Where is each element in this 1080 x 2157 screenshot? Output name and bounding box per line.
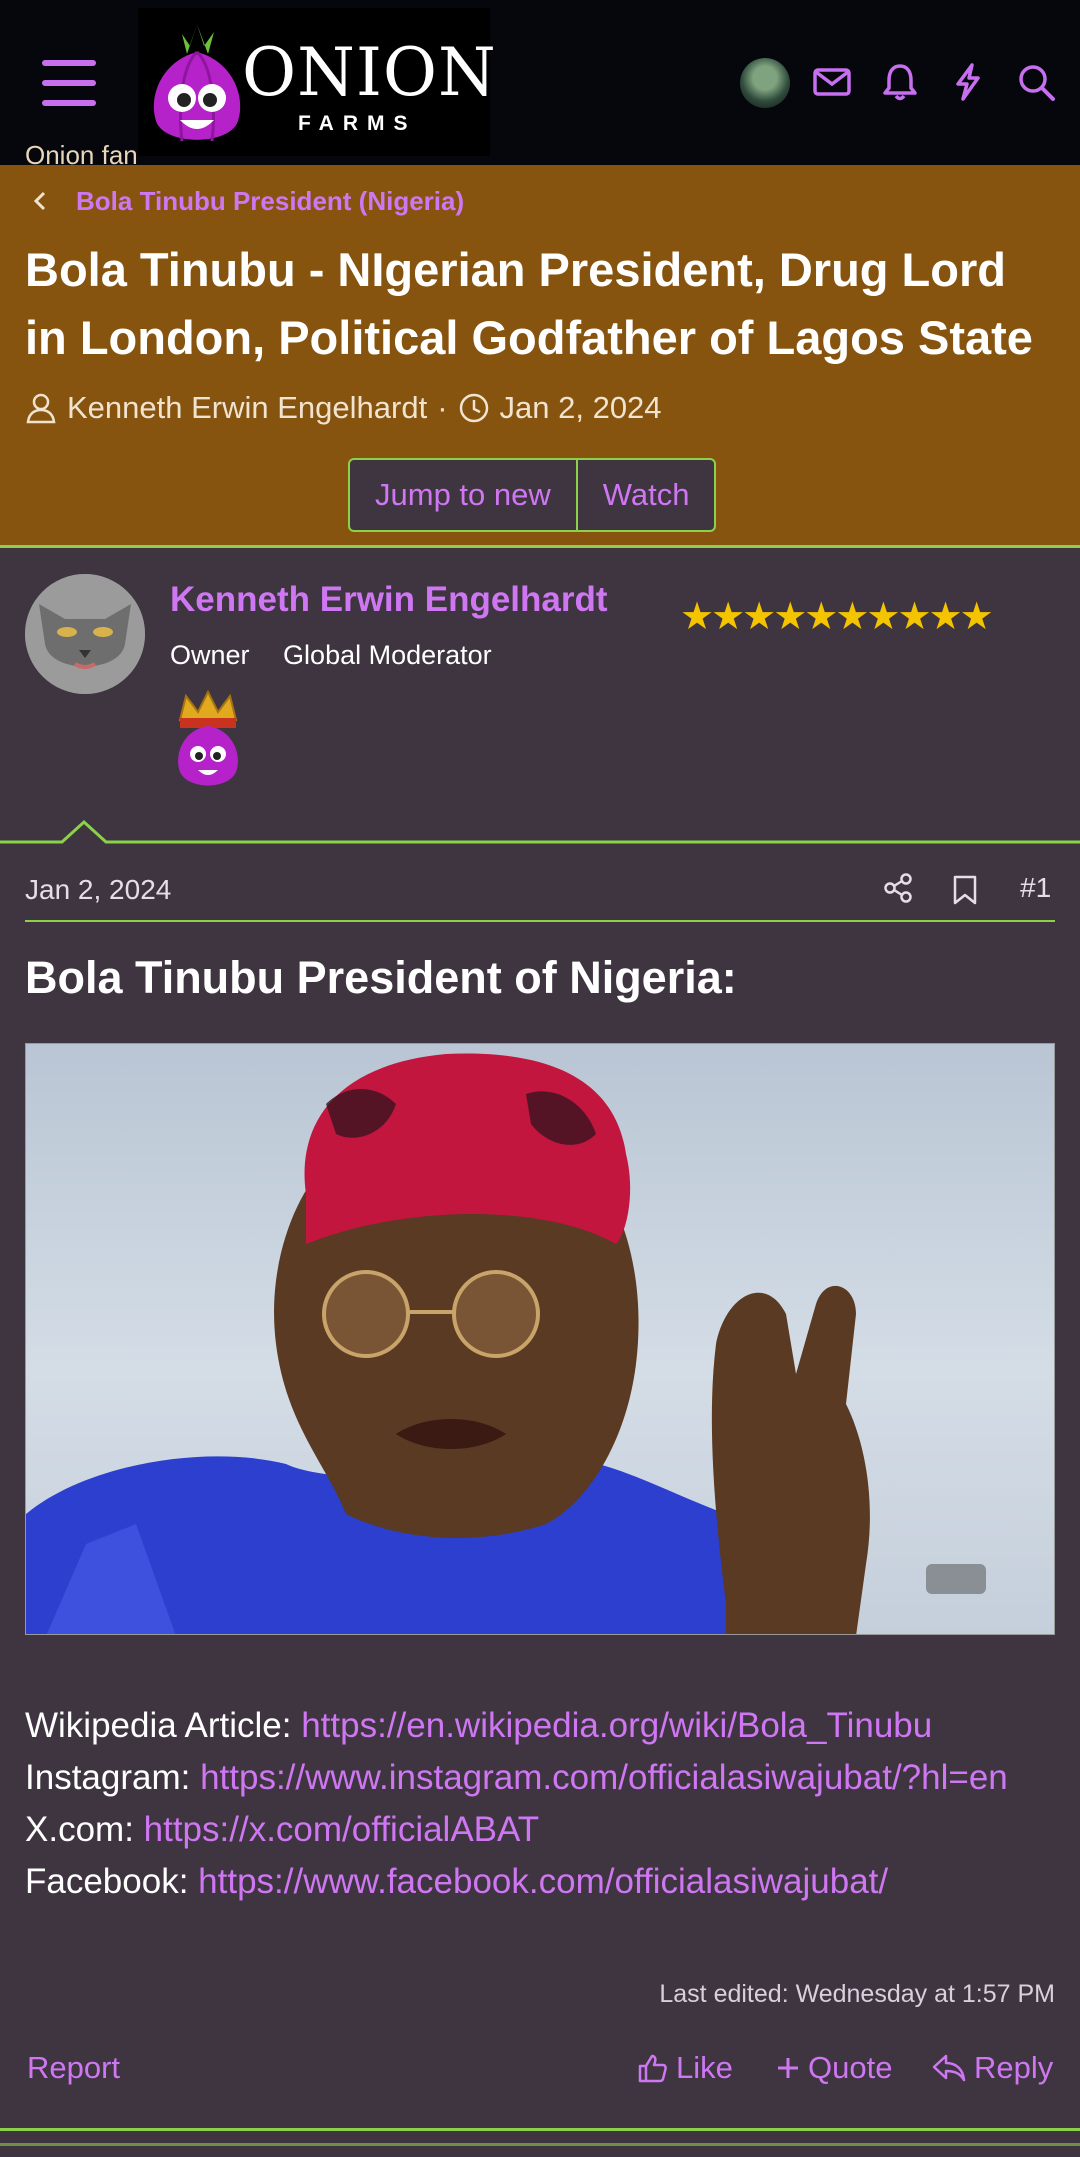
portrait-photo [26, 1053, 986, 1634]
link-label: Instagram: [25, 1758, 201, 1797]
quote-label: Quote [808, 2050, 893, 2085]
instagram-link[interactable]: https://www.instagram.com/officialasiwaj… [200, 1758, 1008, 1797]
thread-author[interactable]: Kenneth Erwin Engelhardt [67, 390, 427, 426]
breadcrumb[interactable]: Bola Tinubu President (Nigeria) [76, 186, 464, 217]
plus-icon [778, 2058, 798, 2078]
link-row-x: X.com: https://x.com/officialABAT [25, 1804, 1055, 1856]
bell-icon[interactable] [880, 62, 920, 102]
role-owner: Owner [170, 640, 250, 670]
quote-button[interactable]: Quote [776, 2050, 892, 2086]
post-links: Wikipedia Article: https://en.wikipedia.… [25, 1700, 1055, 1908]
link-label: Wikipedia Article: [25, 1706, 302, 1745]
cat-avatar-icon [25, 574, 145, 694]
menu-icon[interactable] [42, 60, 96, 108]
share-icon[interactable] [882, 872, 914, 904]
thread-title: Bola Tinubu - NIgerian President, Drug L… [25, 243, 1033, 364]
next-post-divider [0, 2143, 1080, 2146]
reply-label: Reply [974, 2050, 1054, 2085]
thread-actions: Jump to new Watch [348, 458, 717, 532]
site-logo[interactable]: ONION FARMS [138, 8, 496, 156]
user-rating-stars: ★★★★★★★★★★ [680, 596, 994, 638]
user-roles: Owner Global Moderator [170, 640, 492, 671]
thread-meta: Kenneth Erwin Engelhardt · Jan 2, 2024 [25, 390, 662, 426]
post-divider [0, 819, 1080, 844]
post-meta-divider [25, 920, 1055, 922]
post-number[interactable]: #1 [1020, 872, 1051, 904]
post-date[interactable]: Jan 2, 2024 [25, 874, 171, 906]
last-edited: Last edited: Wednesday at 1:57 PM [659, 1980, 1055, 2008]
link-label: X.com: [25, 1810, 144, 1849]
avatar[interactable] [25, 574, 145, 694]
watch-button[interactable]: Watch [575, 460, 715, 530]
clock-icon [459, 393, 488, 423]
post-heading: Bola Tinubu President of Nigeria: [25, 952, 737, 1003]
onion-mascot-icon [153, 24, 241, 142]
role-moderator: Global Moderator [283, 640, 492, 670]
reply-button[interactable]: Reply [932, 2050, 1053, 2086]
like-label: Like [676, 2050, 733, 2085]
jump-to-new-button[interactable]: Jump to new [350, 460, 576, 530]
post-actions: Report Like Quote Reply [0, 2050, 1080, 2094]
search-icon[interactable] [1016, 62, 1056, 102]
post-bottom-divider [0, 2128, 1080, 2131]
facebook-link[interactable]: https://www.facebook.com/officialasiwaju… [198, 1862, 888, 1901]
report-button[interactable]: Report [27, 2050, 120, 2086]
logo-subtitle: FARMS [298, 112, 417, 135]
link-row-facebook: Facebook: https://www.facebook.com/offic… [25, 1856, 1055, 1908]
account-avatar[interactable] [740, 58, 790, 108]
wikipedia-link[interactable]: https://en.wikipedia.org/wiki/Bola_Tinub… [301, 1706, 932, 1745]
top-navigation-bar: ONION FARMS [0, 0, 1080, 165]
link-label: Facebook: [25, 1862, 199, 1901]
post-author-name[interactable]: Kenneth Erwin Engelhardt [170, 580, 608, 620]
like-button[interactable]: Like [636, 2050, 733, 2086]
envelope-icon[interactable] [812, 62, 852, 102]
thread-date[interactable]: Jan 2, 2024 [500, 390, 662, 426]
bookmark-icon[interactable] [950, 874, 980, 906]
thumbs-up-icon [638, 2054, 667, 2083]
reply-icon [932, 2054, 966, 2082]
user-icon [26, 393, 56, 424]
post-photo[interactable] [25, 1043, 1055, 1635]
lightning-icon[interactable] [948, 62, 988, 102]
report-label: Report [27, 2050, 121, 2085]
logo-wordmark: ONION [242, 34, 497, 111]
crowned-onion-badge-icon [178, 690, 238, 786]
meta-separator: · [437, 390, 448, 425]
link-row-wikipedia: Wikipedia Article: https://en.wikipedia.… [25, 1700, 1055, 1752]
breadcrumb-parent[interactable]: Onion fan [25, 140, 138, 168]
chevron-left-icon[interactable] [30, 190, 52, 212]
link-row-instagram: Instagram: https://www.instagram.com/off… [25, 1752, 1055, 1804]
x-link[interactable]: https://x.com/officialABAT [144, 1810, 540, 1849]
